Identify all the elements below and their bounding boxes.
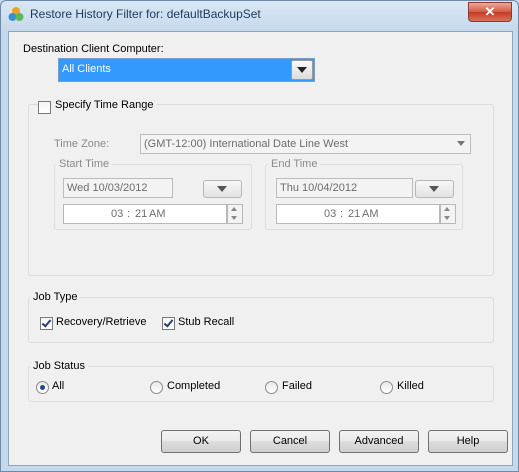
end-time-field[interactable]: 03 : 21 AM <box>276 204 440 224</box>
end-minute[interactable]: 21 <box>348 208 360 220</box>
spin-up-icon[interactable] <box>231 207 237 211</box>
start-date-value: Wed 10/03/2012 <box>67 182 148 194</box>
start-time-field[interactable]: 03 : 21 AM <box>63 204 227 224</box>
chevron-down-icon <box>217 186 227 192</box>
end-date-value: Thu 10/04/2012 <box>280 182 358 194</box>
destination-client-select[interactable]: All Clients <box>58 58 315 82</box>
job-type-label: Job Type <box>30 291 81 303</box>
stub-recall-label[interactable]: Stub Recall <box>178 316 234 328</box>
cancel-button[interactable]: Cancel <box>250 430 330 453</box>
ok-button[interactable]: OK <box>161 430 241 453</box>
start-time-label: Start Time <box>56 158 113 170</box>
specify-time-range-checkbox[interactable] <box>38 101 51 114</box>
start-date-field[interactable]: Wed 10/03/2012 <box>63 178 173 198</box>
close-icon: ✕ <box>484 4 496 19</box>
status-completed-radio[interactable] <box>150 381 163 394</box>
recovery-retrieve-checkbox[interactable] <box>40 317 53 330</box>
spin-down-icon[interactable] <box>231 216 237 220</box>
app-logo-icon <box>8 7 24 21</box>
status-completed-label[interactable]: Completed <box>167 380 220 392</box>
end-date-field[interactable]: Thu 10/04/2012 <box>276 178 413 198</box>
chevron-down-icon <box>297 67 307 73</box>
status-killed-radio[interactable] <box>380 381 393 394</box>
help-button[interactable]: Help <box>428 430 508 453</box>
status-failed-radio[interactable] <box>265 381 278 394</box>
title-bar[interactable]: Restore History Filter for: defaultBacku… <box>1 1 518 29</box>
chevron-down-icon <box>457 141 465 146</box>
status-all-radio[interactable] <box>36 381 49 394</box>
close-button[interactable]: ✕ <box>468 2 512 22</box>
dialog-window: Restore History Filter for: defaultBacku… <box>0 0 519 472</box>
end-time-spinner[interactable] <box>440 204 456 224</box>
timezone-label: Time Zone: <box>54 138 110 150</box>
status-killed-label[interactable]: Killed <box>397 380 424 392</box>
end-date-picker-button[interactable] <box>415 180 454 198</box>
specify-time-range-label: Specify Time Range <box>52 99 157 111</box>
end-time-label: End Time <box>268 158 321 170</box>
end-ampm[interactable]: AM <box>362 208 379 220</box>
start-time-separator: : <box>127 208 131 220</box>
stub-recall-checkbox[interactable] <box>162 317 175 330</box>
start-ampm[interactable]: AM <box>149 208 166 220</box>
job-status-group <box>28 366 494 402</box>
start-hour[interactable]: 03 <box>111 208 123 220</box>
spin-up-icon[interactable] <box>444 207 450 211</box>
timezone-select[interactable]: (GMT-12:00) International Date Line West <box>140 134 471 154</box>
status-all-label[interactable]: All <box>52 380 64 392</box>
end-hour[interactable]: 03 <box>324 208 336 220</box>
start-date-picker-button[interactable] <box>203 180 242 198</box>
recovery-retrieve-label[interactable]: Recovery/Retrieve <box>56 316 146 328</box>
chevron-down-icon <box>429 186 439 192</box>
spin-down-icon[interactable] <box>444 216 450 220</box>
destination-selected-value: All Clients <box>62 63 111 75</box>
advanced-button[interactable]: Advanced <box>339 430 419 453</box>
timezone-value: (GMT-12:00) International Date Line West <box>144 138 349 150</box>
start-minute[interactable]: 21 <box>135 208 147 220</box>
window-title: Restore History Filter for: defaultBacku… <box>30 7 261 21</box>
destination-dropdown-button[interactable] <box>291 60 313 80</box>
start-time-spinner[interactable] <box>227 204 243 224</box>
status-failed-label[interactable]: Failed <box>282 380 312 392</box>
job-status-label: Job Status <box>30 360 88 372</box>
destination-label: Destination Client Computer: <box>23 43 164 55</box>
dialog-body: Destination Client Computer: All Clients… <box>8 31 513 466</box>
end-time-separator: : <box>340 208 344 220</box>
